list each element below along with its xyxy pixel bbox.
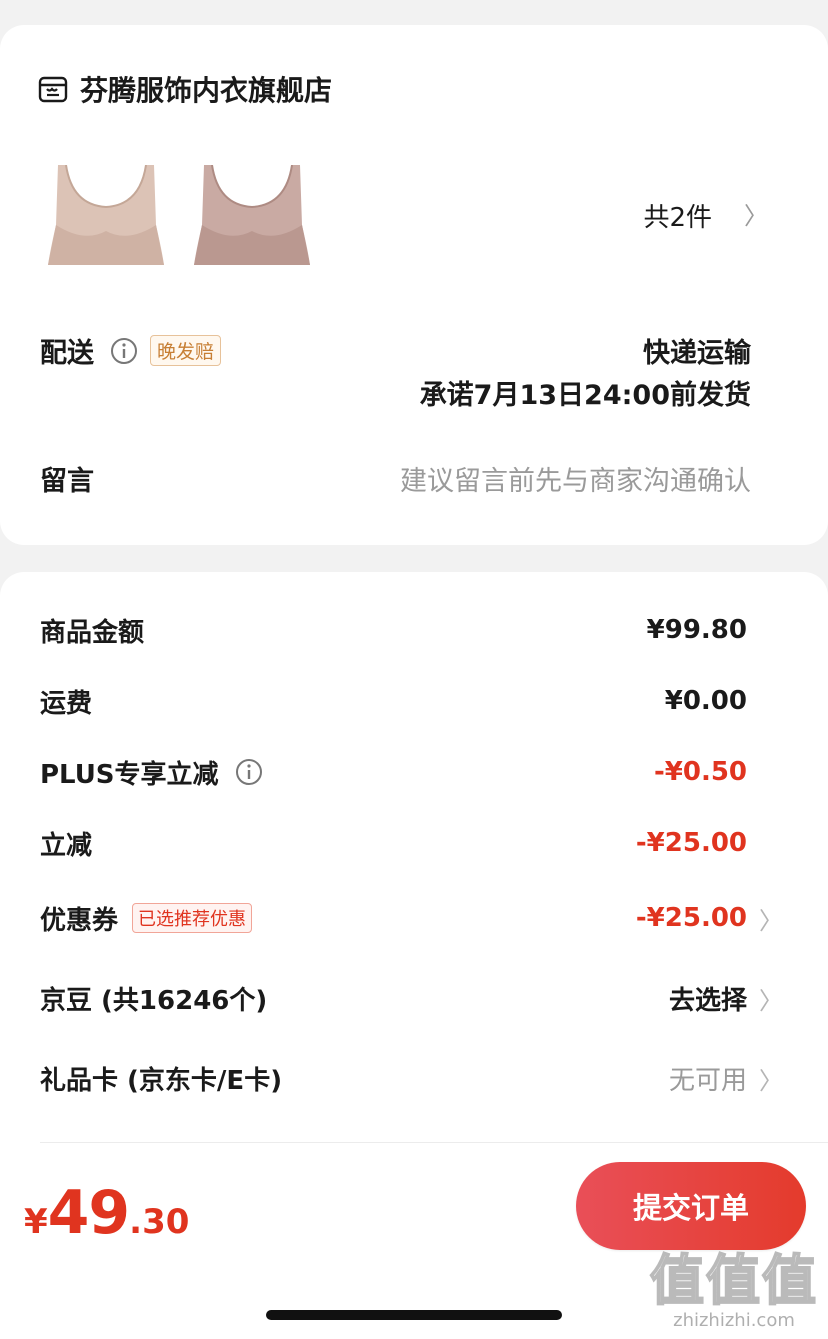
watermark-logo: 值值值: [649, 1249, 818, 1312]
total-price: ¥ 49 .30: [24, 1178, 189, 1248]
coupon-selected-badge: 已选推荐优惠: [132, 903, 253, 933]
goods-amount-label: 商品金额: [40, 617, 145, 648]
shipping-fee-value: ¥0.00: [664, 686, 747, 716]
watermark-text: zhizhizhi.com: [673, 1310, 795, 1331]
shipping-fee-label: 运费: [40, 688, 93, 719]
watermark: 值值值 zhizhizhi.com: [649, 1249, 818, 1332]
delivery-promise: 承诺7月13日24:00前发货: [419, 380, 751, 411]
instant-discount-row: 立减 -¥25.00: [40, 821, 785, 865]
total-integer: 49: [47, 1178, 130, 1248]
total-currency: ¥: [24, 1202, 48, 1242]
store-name: 芬腾服饰内衣旗舰店: [80, 74, 333, 107]
plus-discount-value: -¥0.50: [653, 757, 747, 787]
total-decimal: .30: [129, 1202, 190, 1242]
product-thumbnail-1[interactable]: [44, 165, 168, 269]
gift-card-row[interactable]: 礼品卡 (京东卡/E卡) 无可用 〉: [40, 1056, 785, 1100]
message-label: 留言: [40, 466, 94, 497]
delivery-label: 配送: [40, 338, 94, 369]
goods-amount-value: ¥99.80: [646, 615, 747, 645]
instant-discount-label: 立减: [40, 830, 93, 861]
coupon-label: 优惠券: [40, 905, 119, 936]
jingdou-label: 京豆 (共16246个): [40, 985, 268, 1016]
coupon-value: -¥25.00: [635, 903, 747, 933]
chevron-right-icon: 〉: [759, 906, 783, 935]
chevron-right-icon: 〉: [759, 1066, 783, 1095]
item-count-text: 共2件: [643, 203, 712, 233]
plus-discount-label-wrap: PLUS专享立减: [40, 754, 263, 791]
divider: [40, 1142, 828, 1143]
chevron-right-icon: 〉: [759, 986, 783, 1015]
coupon-row[interactable]: 优惠券 已选推荐优惠 -¥25.00 〉: [40, 896, 785, 940]
late-shipping-badge: 晚发赔: [150, 335, 222, 366]
info-icon[interactable]: [110, 337, 138, 365]
delivery-method: 快递运输: [643, 338, 751, 369]
gift-card-label: 礼品卡 (京东卡/E卡): [40, 1065, 283, 1096]
coupon-label-wrap: 优惠券 已选推荐优惠: [40, 900, 253, 937]
store-icon: [38, 76, 68, 103]
gift-card-value: 无可用: [668, 1065, 747, 1096]
product-thumbnail-2[interactable]: [190, 165, 314, 269]
info-icon[interactable]: [235, 758, 263, 786]
plus-discount-row: PLUS专享立减 -¥0.50: [40, 750, 785, 794]
plus-discount-label: PLUS专享立减: [40, 759, 219, 790]
instant-discount-value: -¥25.00: [635, 828, 747, 858]
message-input[interactable]: 建议留言前先与商家沟通确认: [400, 459, 751, 498]
jingdou-value: 去选择: [668, 985, 747, 1016]
delivery-row: 配送 晚发赔: [40, 331, 222, 370]
store-header[interactable]: 芬腾服饰内衣旗舰店: [38, 69, 332, 109]
jingdou-row[interactable]: 京豆 (共16246个) 去选择 〉: [40, 976, 785, 1020]
store-order-card: 芬腾服饰内衣旗舰店 共2件 〉 配送 晚发赔 快递运输 承诺7月13日24:00…: [0, 25, 828, 545]
submit-order-button[interactable]: 提交订单: [576, 1162, 806, 1250]
chevron-right-icon: 〉: [744, 201, 768, 230]
item-count[interactable]: 共2件 〉: [643, 197, 768, 234]
goods-amount-row: 商品金额 ¥99.80: [40, 608, 785, 652]
shipping-fee-row: 运费 ¥0.00: [40, 679, 785, 723]
home-indicator[interactable]: [266, 1310, 562, 1320]
